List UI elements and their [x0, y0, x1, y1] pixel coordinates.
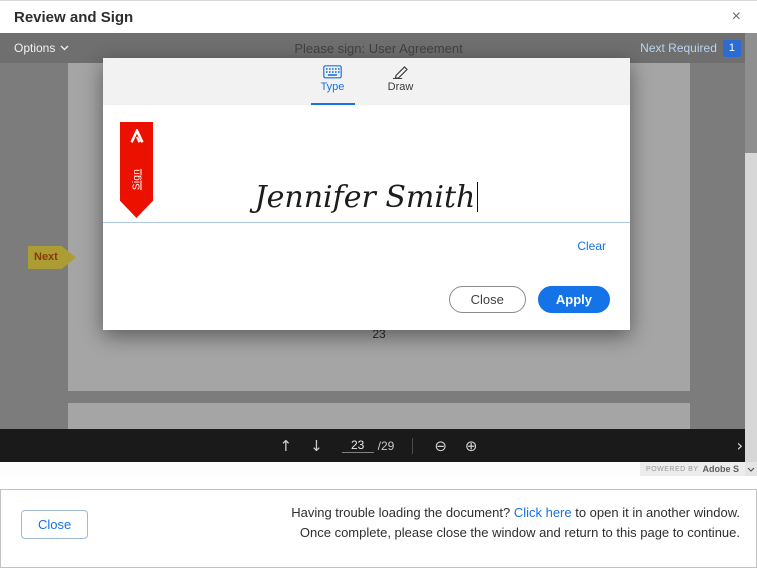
tab-type-label: Type [321, 81, 345, 93]
page-number-input[interactable] [342, 438, 374, 453]
page-down-icon[interactable]: ↓ [301, 437, 332, 455]
pager-toolbar: ↑ ↓ /29 ⊖ ⊕ › [0, 429, 757, 462]
brand-label: Adobe S [702, 464, 739, 474]
tab-draw-label: Draw [388, 81, 414, 93]
signature-text-field[interactable]: Jennifer Smith [103, 180, 630, 215]
help-text-after: to open it in another window. [572, 505, 740, 520]
open-new-window-link[interactable]: Click here [514, 505, 572, 520]
powered-by-label: POWERED BY [646, 466, 698, 473]
keyboard-icon [323, 65, 342, 79]
tab-draw[interactable]: Draw [379, 58, 423, 105]
zoom-out-icon[interactable]: ⊖ [425, 437, 456, 455]
signature-dialog: Type Draw Sign Jennifer Smith Clear Clos… [103, 58, 630, 330]
options-label: Options [14, 41, 55, 55]
footer-help-text: Having trouble loading the document? Cli… [291, 503, 740, 543]
page-up-icon[interactable]: ↑ [271, 437, 302, 455]
adobe-logo-icon [128, 129, 145, 144]
footer-close-button[interactable]: Close [21, 510, 88, 539]
window-title: Review and Sign [14, 9, 133, 26]
powered-by-strip: POWERED BY Adobe S [0, 462, 745, 476]
next-required-label[interactable]: Next Required [640, 41, 717, 55]
chevron-down-icon [60, 45, 69, 51]
next-required[interactable]: Next Required 1 [640, 40, 741, 57]
signature-baseline [103, 222, 630, 223]
footer-help-line1: Having trouble loading the document? Cli… [291, 503, 740, 523]
signature-dialog-buttons: Close Apply [449, 286, 610, 313]
pager-controls: ↑ ↓ /29 ⊖ ⊕ [271, 437, 487, 455]
signature-value: Jennifer Smith [255, 180, 476, 215]
footer-help-line2: Once complete, please close the window a… [291, 523, 740, 543]
signature-close-button[interactable]: Close [449, 286, 526, 313]
scrollbar-thumb[interactable] [745, 33, 757, 153]
footer-bar: Close Having trouble loading the documen… [0, 489, 757, 568]
window-titlebar: Review and Sign × [0, 1, 757, 33]
caret-down-icon [747, 467, 755, 472]
document-page-next [68, 403, 690, 429]
vertical-scrollbar[interactable] [745, 33, 757, 476]
expand-panel-icon[interactable]: › [737, 429, 743, 462]
text-cursor [477, 182, 478, 212]
zoom-in-icon[interactable]: ⊕ [456, 437, 487, 455]
signature-apply-button[interactable]: Apply [538, 286, 610, 313]
signature-tabs: Type Draw [103, 58, 630, 105]
pen-icon [392, 65, 410, 79]
window-close-icon[interactable]: × [728, 1, 745, 33]
page-total-label: /29 [378, 439, 395, 453]
options-menu[interactable]: Options [14, 41, 69, 55]
next-required-badge: 1 [723, 40, 741, 57]
clear-signature-link[interactable]: Clear [577, 239, 606, 253]
tab-type[interactable]: Type [311, 58, 355, 105]
powered-by: POWERED BY Adobe S [640, 462, 745, 476]
pager-divider [412, 438, 413, 454]
help-text-before: Having trouble loading the document? [291, 505, 514, 520]
scrollbar-down-button[interactable] [745, 462, 757, 476]
